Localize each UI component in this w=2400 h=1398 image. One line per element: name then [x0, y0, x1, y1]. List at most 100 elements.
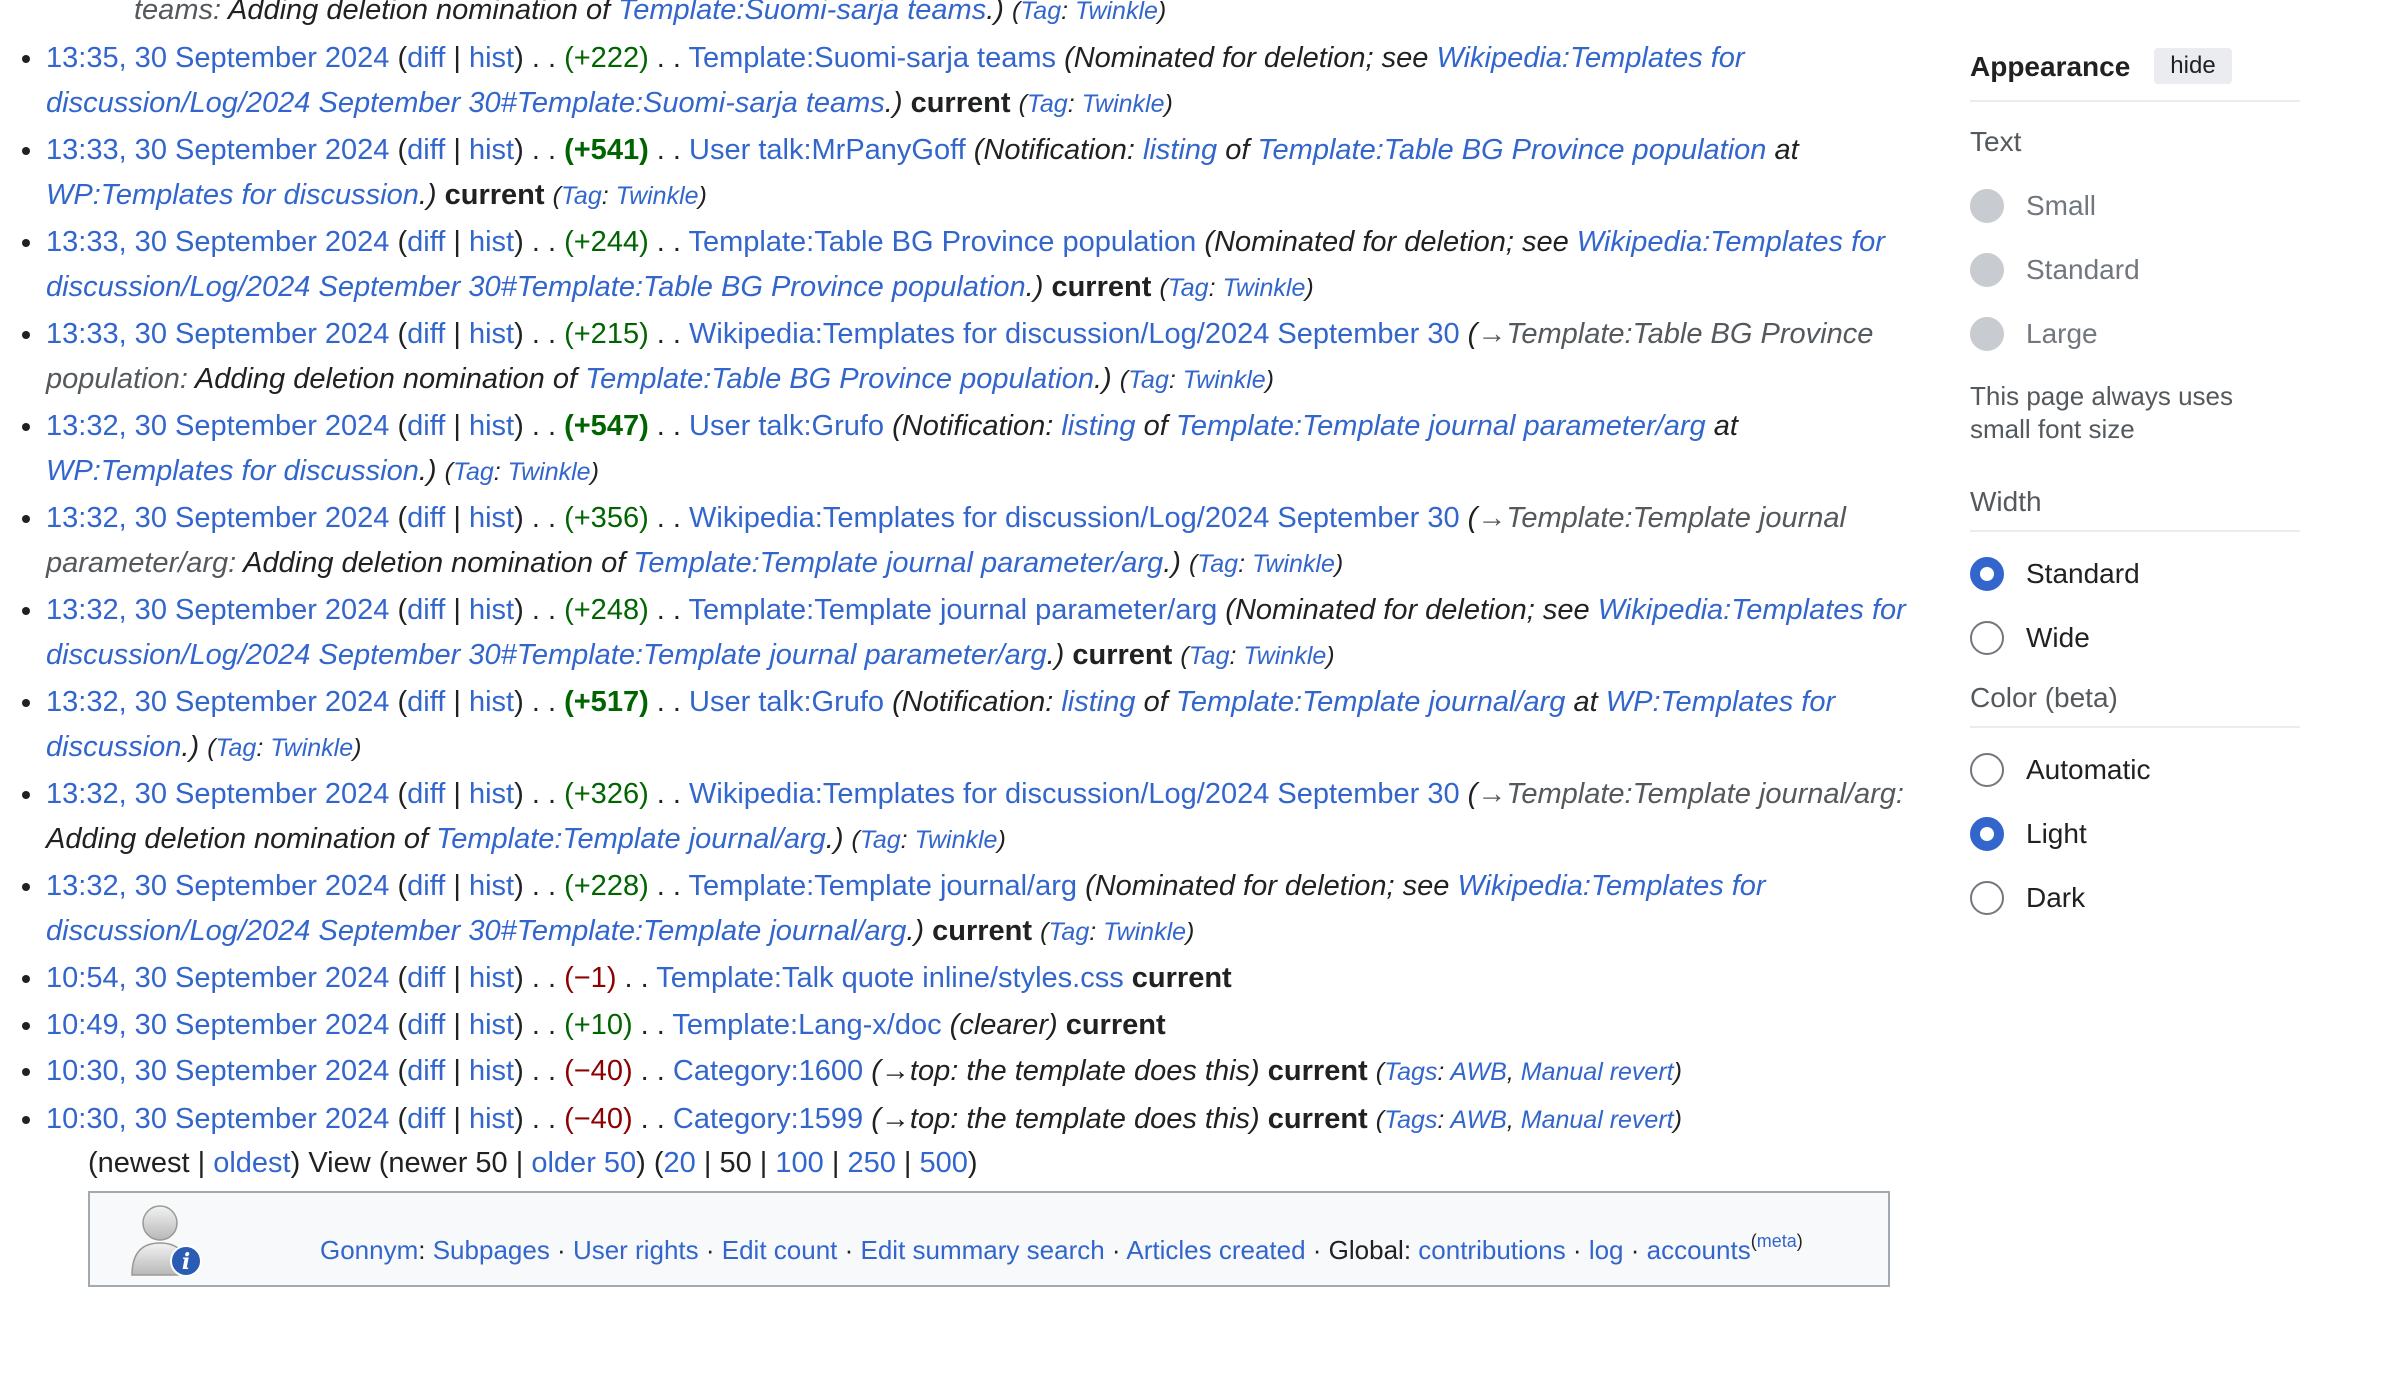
hist-link[interactable]: hist [469, 778, 514, 810]
global-contributions-link[interactable]: contributions [1418, 1235, 1565, 1265]
tag-link[interactable]: Twinkle [1252, 550, 1335, 578]
tag-label-link[interactable]: Tag [1189, 642, 1230, 670]
summary-link[interactable]: Template:Template journal/arg [1176, 686, 1566, 718]
timestamp-link[interactable]: 10:30, 30 September 2024 [46, 1103, 389, 1135]
diff-link[interactable]: diff [407, 42, 445, 74]
tag-label-link[interactable]: Tag [860, 826, 901, 854]
hist-link[interactable]: hist [469, 318, 514, 350]
diff-link[interactable]: diff [407, 226, 445, 258]
comment-link[interactable]: Template:Suomi-sarja teams [618, 0, 986, 26]
diff-link[interactable]: diff [407, 594, 445, 626]
tag-label-link[interactable]: Tags [1384, 1058, 1437, 1086]
user-rights-link[interactable]: User rights [573, 1235, 699, 1265]
hist-link[interactable]: hist [469, 686, 514, 718]
page-link[interactable]: User talk:MrPanyGoff [689, 134, 966, 166]
global-log-link[interactable]: log [1589, 1235, 1624, 1265]
radio-icon[interactable] [1970, 881, 2004, 915]
tag-link[interactable]: AWB [1450, 1058, 1507, 1086]
diff-link[interactable]: diff [407, 1103, 445, 1135]
diff-link[interactable]: diff [407, 686, 445, 718]
summary-link[interactable]: Template:Template journal parameter/arg [633, 547, 1163, 579]
diff-link[interactable]: diff [407, 502, 445, 534]
tag-label-link[interactable]: Tag [1168, 274, 1209, 302]
page-link[interactable]: User talk:Grufo [689, 686, 884, 718]
diff-link[interactable]: diff [407, 410, 445, 442]
timestamp-link[interactable]: 13:33, 30 September 2024 [46, 226, 389, 258]
timestamp-link[interactable]: 13:33, 30 September 2024 [46, 318, 389, 350]
page-link[interactable]: Template:Template journal/arg [689, 870, 1077, 902]
tag-link[interactable]: Manual revert [1521, 1106, 1674, 1134]
summary-link[interactable]: listing [1061, 686, 1135, 718]
section-link[interactable]: (→top: [871, 1103, 958, 1135]
diff-link[interactable]: diff [407, 318, 445, 350]
page-link[interactable]: User talk:Grufo [689, 410, 884, 442]
hist-link[interactable]: hist [469, 870, 514, 902]
summary-link[interactable]: WP:Templates for discussion [46, 179, 419, 211]
timestamp-link[interactable]: 13:32, 30 September 2024 [46, 686, 389, 718]
limit-500-link[interactable]: 500 [919, 1147, 967, 1179]
summary-link[interactable]: WP:Templates for discussion [46, 455, 419, 487]
edit-count-link[interactable]: Edit count [722, 1235, 838, 1265]
timestamp-link[interactable]: 13:32, 30 September 2024 [46, 410, 389, 442]
timestamp-link[interactable]: 13:32, 30 September 2024 [46, 502, 389, 534]
tag-link[interactable]: Twinkle [1243, 642, 1326, 670]
tag-link[interactable]: Twinkle [1222, 274, 1305, 302]
timestamp-link[interactable]: 13:33, 30 September 2024 [46, 134, 389, 166]
summary-link[interactable]: Template:Template journal parameter/arg [1176, 410, 1706, 442]
summary-link[interactable]: Template:Table BG Province population [585, 363, 1094, 395]
tag-label-link[interactable]: Tag [216, 734, 257, 762]
tag-link[interactable]: Twinkle [508, 458, 591, 486]
width-wide-option[interactable]: Wide [1970, 606, 2300, 670]
global-accounts-link[interactable]: accounts [1647, 1235, 1751, 1265]
page-link[interactable]: Category:1599 [673, 1103, 863, 1135]
tag-link[interactable]: Twinkle [270, 734, 353, 762]
hist-link[interactable]: hist [469, 1009, 514, 1041]
tag-link[interactable]: Twinkle [1103, 918, 1186, 946]
hist-link[interactable]: hist [469, 1055, 514, 1087]
tag-label-link[interactable]: Tag [1048, 918, 1089, 946]
tag-label-link[interactable]: Tag [1027, 90, 1068, 118]
tag-link[interactable]: Twinkle [1082, 90, 1165, 118]
timestamp-link[interactable]: 10:54, 30 September 2024 [46, 962, 389, 994]
tag-label-link[interactable]: Tag [1128, 366, 1169, 394]
timestamp-link[interactable]: 13:35, 30 September 2024 [46, 42, 389, 74]
diff-link[interactable]: diff [407, 1055, 445, 1087]
radio-selected-icon[interactable] [1970, 817, 2004, 851]
tag-link[interactable]: AWB [1450, 1106, 1507, 1134]
tag-label-link[interactable]: Tag [561, 182, 602, 210]
timestamp-link[interactable]: 10:30, 30 September 2024 [46, 1055, 389, 1087]
diff-link[interactable]: diff [407, 134, 445, 166]
diff-link[interactable]: diff [407, 1009, 445, 1041]
page-link[interactable]: Wikipedia:Templates for discussion/Log/2… [689, 318, 1460, 350]
radio-icon[interactable] [1970, 753, 2004, 787]
diff-link[interactable]: diff [407, 778, 445, 810]
section-link[interactable]: (→top: [871, 1055, 958, 1087]
subpages-link[interactable]: Subpages [433, 1235, 550, 1265]
tag-label-link[interactable]: Tag [1020, 0, 1061, 25]
timestamp-link[interactable]: 13:32, 30 September 2024 [46, 870, 389, 902]
page-link[interactable]: Template:Lang-x/doc [672, 1009, 941, 1041]
limit-100-link[interactable]: 100 [775, 1147, 823, 1179]
color-light-option[interactable]: Light [1970, 802, 2300, 866]
section-link[interactable]: →Template:Template journal/arg: [1477, 778, 1904, 810]
limit-250-link[interactable]: 250 [847, 1147, 895, 1179]
limit-20-link[interactable]: 20 [664, 1147, 696, 1179]
radio-icon[interactable] [1970, 621, 2004, 655]
hist-link[interactable]: hist [469, 502, 514, 534]
tag-link[interactable]: Twinkle [1183, 366, 1266, 394]
pager-oldest-link[interactable]: oldest [213, 1147, 290, 1179]
width-standard-option[interactable]: Standard [1970, 542, 2300, 606]
tag-link[interactable]: Manual revert [1521, 1058, 1674, 1086]
hist-link[interactable]: hist [469, 1103, 514, 1135]
diff-link[interactable]: diff [407, 870, 445, 902]
page-link[interactable]: Category:1600 [673, 1055, 863, 1087]
tag-label-link[interactable]: Tags [1384, 1106, 1437, 1134]
page-link[interactable]: Wikipedia:Templates for discussion/Log/2… [689, 778, 1460, 810]
summary-link[interactable]: listing [1143, 134, 1217, 166]
timestamp-link[interactable]: 13:32, 30 September 2024 [46, 778, 389, 810]
radio-selected-icon[interactable] [1970, 557, 2004, 591]
pager-older-link[interactable]: older 50 [531, 1147, 636, 1179]
hist-link[interactable]: hist [469, 594, 514, 626]
tag-link[interactable]: Twinkle [616, 182, 699, 210]
tag-label-link[interactable]: Tag [453, 458, 494, 486]
